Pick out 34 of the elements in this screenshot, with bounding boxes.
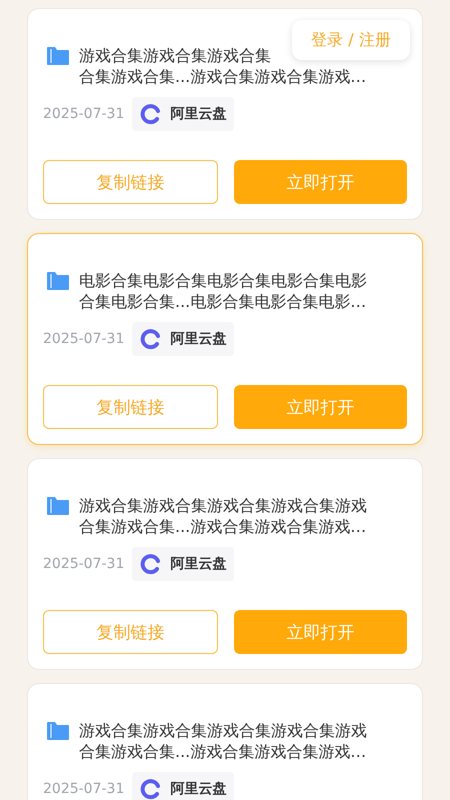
date-text: 2025-07-31 xyxy=(43,556,124,572)
date-text: 2025-07-31 xyxy=(43,331,124,347)
drive-badge: 阿里云盘 xyxy=(132,772,234,800)
ring-icon xyxy=(140,328,162,350)
resource-title: 游戏合集游戏合集游戏合集 xyxy=(79,45,272,66)
folder-icon xyxy=(47,497,69,515)
resource-title: 合集游戏合集...游戏合集游戏合集游戏… xyxy=(79,741,367,762)
open-button[interactable]: 立即打开 xyxy=(234,385,407,429)
copy-link-button[interactable]: 复制链接 xyxy=(43,610,218,654)
ring-icon xyxy=(140,778,162,800)
resource-title: 合集游戏合集...游戏合集游戏合集游戏… xyxy=(79,66,366,87)
folder-icon xyxy=(47,722,69,740)
folder-icon xyxy=(47,47,69,65)
date-text: 2025-07-31 xyxy=(43,781,124,797)
ring-icon xyxy=(140,553,162,575)
drive-badge: 阿里云盘 xyxy=(132,547,234,581)
open-button[interactable]: 立即打开 xyxy=(234,160,407,204)
resource-title: 电影合集电影合集电影合集电影合集电影 xyxy=(79,270,367,291)
resource-title: 游戏合集游戏合集游戏合集游戏合集游戏 xyxy=(79,720,367,741)
copy-link-button[interactable]: 复制链接 xyxy=(43,160,218,204)
result-card[interactable]: 游戏合集游戏合集游戏合集游戏合集游戏 合集游戏合集...游戏合集游戏合集游戏… 2025-07-31 阿里云盘 复制链接 立即打开 xyxy=(27,458,423,670)
folder-icon xyxy=(47,272,69,290)
open-button[interactable]: 立即打开 xyxy=(234,610,407,654)
drive-badge: 阿里云盘 xyxy=(132,322,234,356)
resource-title: 合集游戏合集...游戏合集游戏合集游戏… xyxy=(79,516,367,537)
result-card[interactable]: 电影合集电影合集电影合集电影合集电影 合集电影合集...电影合集电影合集电影… 2025-07-31 阿里云盘 复制链接 立即打开 xyxy=(27,233,423,445)
ring-icon xyxy=(140,103,162,125)
drive-badge: 阿里云盘 xyxy=(132,97,234,131)
date-text: 2025-07-31 xyxy=(43,106,124,122)
login-button[interactable]: 登录 / 注册 xyxy=(292,20,410,60)
copy-link-button[interactable]: 复制链接 xyxy=(43,385,218,429)
resource-title: 游戏合集游戏合集游戏合集游戏合集游戏 xyxy=(79,495,367,516)
result-card[interactable]: 游戏合集游戏合集游戏合集游戏合集游戏 合集游戏合集...游戏合集游戏合集游戏… 2025-07-31 阿里云盘 xyxy=(27,683,423,800)
resource-title: 合集电影合集...电影合集电影合集电影… xyxy=(79,291,367,312)
